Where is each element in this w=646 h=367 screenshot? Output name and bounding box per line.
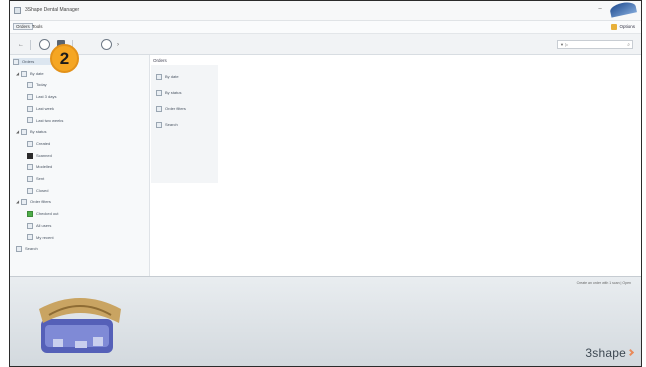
- folder-icon: [21, 129, 27, 136]
- step-badge: 2: [50, 44, 79, 73]
- window-title: 3Shape Dental Manager: [25, 7, 80, 13]
- folder-icon: [27, 140, 33, 147]
- action-search[interactable]: Search: [156, 121, 178, 129]
- folder-icon: [27, 175, 33, 182]
- tree-item[interactable]: Created: [27, 140, 50, 147]
- search-icon: ⌕: [627, 42, 630, 48]
- menu-bar: Orders Tools Options: [10, 21, 641, 34]
- tree-item-label: Last week: [36, 105, 55, 111]
- tree-item[interactable]: Today: [27, 81, 47, 89]
- tree-item-label: Modelled: [36, 164, 53, 170]
- tree-item-label: By date: [30, 70, 44, 76]
- tree-item[interactable]: Checked out: [27, 210, 59, 218]
- action-label: Order filters: [165, 106, 186, 111]
- status-text: Create an order with 1 scan | Open: [576, 281, 631, 285]
- action-label: By date: [165, 74, 179, 79]
- search-input[interactable]: ▼ ▷ ⌕: [557, 40, 633, 49]
- folder-icon: [27, 187, 33, 194]
- toolbar-separator: [30, 40, 31, 50]
- tree-item-label: Sent: [36, 176, 45, 181]
- folder-icon: [27, 234, 33, 241]
- tree-item[interactable]: Modelled: [27, 163, 53, 171]
- tree-item-label: Today: [36, 82, 47, 88]
- action-by-date[interactable]: By date: [156, 73, 179, 81]
- main-content: Orders By date By status Order filters S…: [150, 55, 641, 276]
- folder-icon: [16, 246, 22, 253]
- tree-item[interactable]: Closed: [27, 187, 48, 194]
- search-placeholder: ▼ ▷: [560, 42, 569, 47]
- tree-item[interactable]: Scanned: [27, 152, 52, 159]
- tree-item-label: By status: [30, 129, 47, 135]
- tree-item[interactable]: Last two weeks: [27, 117, 63, 124]
- tree-item-label: Search: [25, 246, 38, 252]
- tree-item-label: Scanned: [36, 152, 52, 158]
- bottom-panel: Create an order with 1 scan | Open 3shap…: [10, 276, 641, 366]
- brand-mark-icon: [626, 348, 635, 357]
- user-icon: [611, 24, 618, 30]
- title-bar: 3Shape Dental Manager –: [10, 1, 641, 21]
- app-window: 3Shape Dental Manager – Orders Tools Opt…: [9, 0, 642, 367]
- tree-item[interactable]: My recent: [27, 234, 54, 241]
- tree-item[interactable]: All users: [27, 222, 51, 229]
- refresh-icon[interactable]: [39, 39, 50, 50]
- dental-model-image: [39, 298, 121, 353]
- tree-item[interactable]: ◢ By date: [16, 70, 44, 77]
- help-icon[interactable]: [101, 39, 112, 50]
- tree-item-label: Order filters: [30, 199, 51, 205]
- folder-icon: [21, 70, 27, 77]
- forward-button[interactable]: ›: [113, 39, 123, 51]
- menu-tools[interactable]: Tools: [32, 24, 43, 29]
- tree-item[interactable]: Sent: [27, 175, 44, 182]
- tree-item[interactable]: Search: [16, 245, 38, 253]
- tree-item[interactable]: ◢ Order filters: [16, 198, 51, 206]
- brand-swoosh-icon: [609, 1, 637, 18]
- user-options[interactable]: Options: [611, 24, 635, 30]
- folder-icon: [27, 164, 33, 171]
- tree-item-label: Orders: [22, 59, 35, 64]
- tree-item[interactable]: Last week: [27, 105, 54, 112]
- folder-icon: [27, 82, 33, 89]
- user-options-label: Options: [619, 24, 635, 30]
- brand-name: 3shape: [585, 346, 626, 360]
- folder-icon: [27, 152, 33, 159]
- tree-item-label: Last 3 days: [36, 94, 57, 100]
- app-icon: [14, 7, 21, 14]
- tree-item-label: Checked out: [36, 211, 59, 217]
- action-by-status[interactable]: By status: [156, 89, 181, 97]
- action-order-filters[interactable]: Order filters: [156, 105, 186, 113]
- tree-item-label: Closed: [36, 187, 49, 193]
- tree-item-label: Created: [36, 140, 51, 146]
- folder-icon: [21, 199, 27, 206]
- brand-logo: 3shape: [585, 346, 635, 360]
- minimize-button[interactable]: –: [593, 5, 607, 14]
- navigation-tree: Orders ◢ By date Today Last 3 days Last week L…: [10, 55, 150, 276]
- tree-item-label: My recent: [36, 234, 54, 240]
- tree-item-label: All users: [36, 222, 52, 228]
- tree-item-label: Last two weeks: [36, 117, 64, 123]
- content-header: Orders: [153, 58, 167, 63]
- search-icon: [156, 121, 162, 128]
- toolbar: ← › ▼ ▷ ⌕: [10, 34, 641, 55]
- folder-icon: [27, 94, 33, 101]
- action-label: By status: [165, 90, 182, 95]
- menu-orders[interactable]: Orders: [13, 23, 33, 30]
- back-button[interactable]: ←: [16, 39, 26, 51]
- folder-icon: [27, 117, 33, 124]
- calendar-icon: [156, 73, 162, 80]
- folder-icon: [27, 211, 33, 218]
- action-label: Search: [165, 122, 178, 127]
- folder-icon: [13, 58, 19, 65]
- status-icon: [156, 89, 162, 96]
- folder-icon: [27, 222, 33, 229]
- tree-item[interactable]: ◢ By status: [16, 128, 47, 136]
- folder-icon: [27, 105, 33, 112]
- tree-item[interactable]: Orders: [13, 58, 53, 65]
- action-panel: By date By status Order filters Search: [151, 65, 218, 183]
- tree-item[interactable]: Last 3 days: [27, 93, 57, 101]
- filter-icon: [156, 105, 162, 112]
